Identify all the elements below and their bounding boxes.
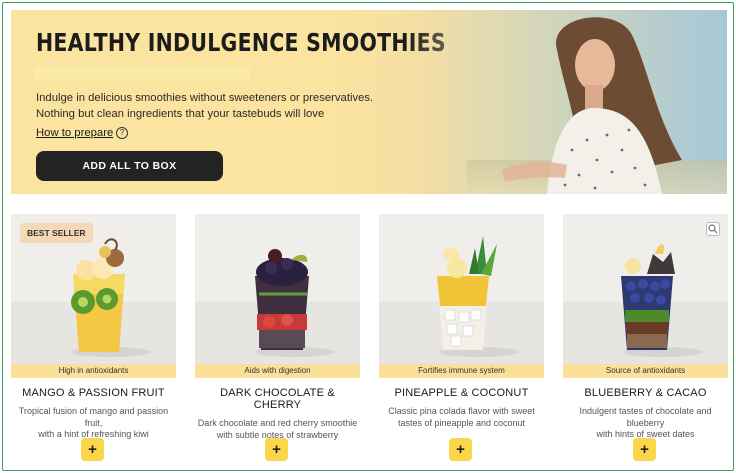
expand-icon[interactable] — [706, 222, 720, 236]
hero-banner: HEALTHY INDULGENCE SMOOTHIES Indulge in … — [11, 10, 727, 194]
hero-woman-image — [407, 10, 727, 194]
product-description-line: Dark chocolate and red cherry smoothie — [197, 418, 358, 428]
product-description-line: tastes of pineapple and coconut — [397, 417, 526, 428]
product-card-chocolate-cherry[interactable]: Aids with digestion DARK CHOCOLATE & CHE… — [195, 214, 360, 461]
add-to-box-button[interactable]: + — [265, 438, 288, 461]
page-title: HEALTHY INDULGENCE SMOOTHIES — [36, 28, 446, 57]
product-benefit-tag: Aids with digestion — [195, 364, 360, 378]
product-description-line: Classic pina colada flavor with sweet — [388, 406, 535, 416]
product-description: Indulgent tastes of chocolate and bluebe… — [563, 406, 728, 441]
product-description-line: Indulgent tastes of chocolate and bluebe… — [579, 406, 712, 428]
hero-description-line: Indulge in delicious smoothies without s… — [36, 92, 374, 104]
add-to-box-button[interactable]: + — [81, 438, 104, 461]
product-image[interactable] — [563, 214, 728, 364]
hero-description-line: Nothing but clean ingredients that your … — [36, 108, 325, 120]
add-to-box-button[interactable]: + — [633, 438, 656, 461]
product-name[interactable]: DARK CHOCOLATE & CHERRY — [195, 387, 360, 411]
product-card-pineapple-coconut[interactable]: Fortifies immune system PINEAPPLE & COCO… — [379, 214, 544, 461]
best-seller-badge: BEST SELLER — [20, 223, 93, 243]
product-image[interactable] — [195, 214, 360, 364]
product-name[interactable]: PINEAPPLE & COCONUT — [379, 387, 544, 399]
product-image[interactable] — [379, 214, 544, 364]
product-benefit-tag: Source of antioxidants — [563, 364, 728, 378]
product-benefit-tag: High in antioxidants — [11, 364, 176, 378]
add-all-to-box-button[interactable]: ADD ALL TO BOX — [36, 151, 223, 181]
hero-description: Indulge in delicious smoothies without s… — [36, 90, 396, 122]
product-card-blueberry-cacao[interactable]: Source of antioxidants BLUEBERRY & CACAO… — [563, 214, 728, 461]
add-to-box-button[interactable]: + — [449, 438, 472, 461]
product-name[interactable]: BLUEBERRY & CACAO — [563, 387, 728, 399]
product-image[interactable]: BEST SELLER — [11, 214, 176, 364]
product-benefit-tag: Fortifies immune system — [379, 364, 544, 378]
chocolate-cherry-smoothie-cup-icon — [255, 249, 335, 357]
blueberry-cacao-smoothie-cup-icon — [621, 244, 703, 357]
product-name[interactable]: MANGO & PASSION FRUIT — [11, 387, 176, 399]
product-card-mango[interactable]: BEST SELLER High in antioxidants MANGO &… — [11, 214, 176, 461]
product-description-line: Tropical fusion of mango and passion fru… — [18, 406, 169, 428]
product-description: Tropical fusion of mango and passion fru… — [11, 406, 176, 441]
hero-highlight — [34, 66, 250, 80]
how-to-prepare-link[interactable]: How to prepare — [36, 127, 113, 139]
product-description: Classic pina colada flavor with sweet ta… — [379, 406, 544, 429]
pineapple-coconut-smoothie-cup-icon — [437, 236, 519, 357]
help-icon[interactable]: ? — [116, 127, 128, 139]
